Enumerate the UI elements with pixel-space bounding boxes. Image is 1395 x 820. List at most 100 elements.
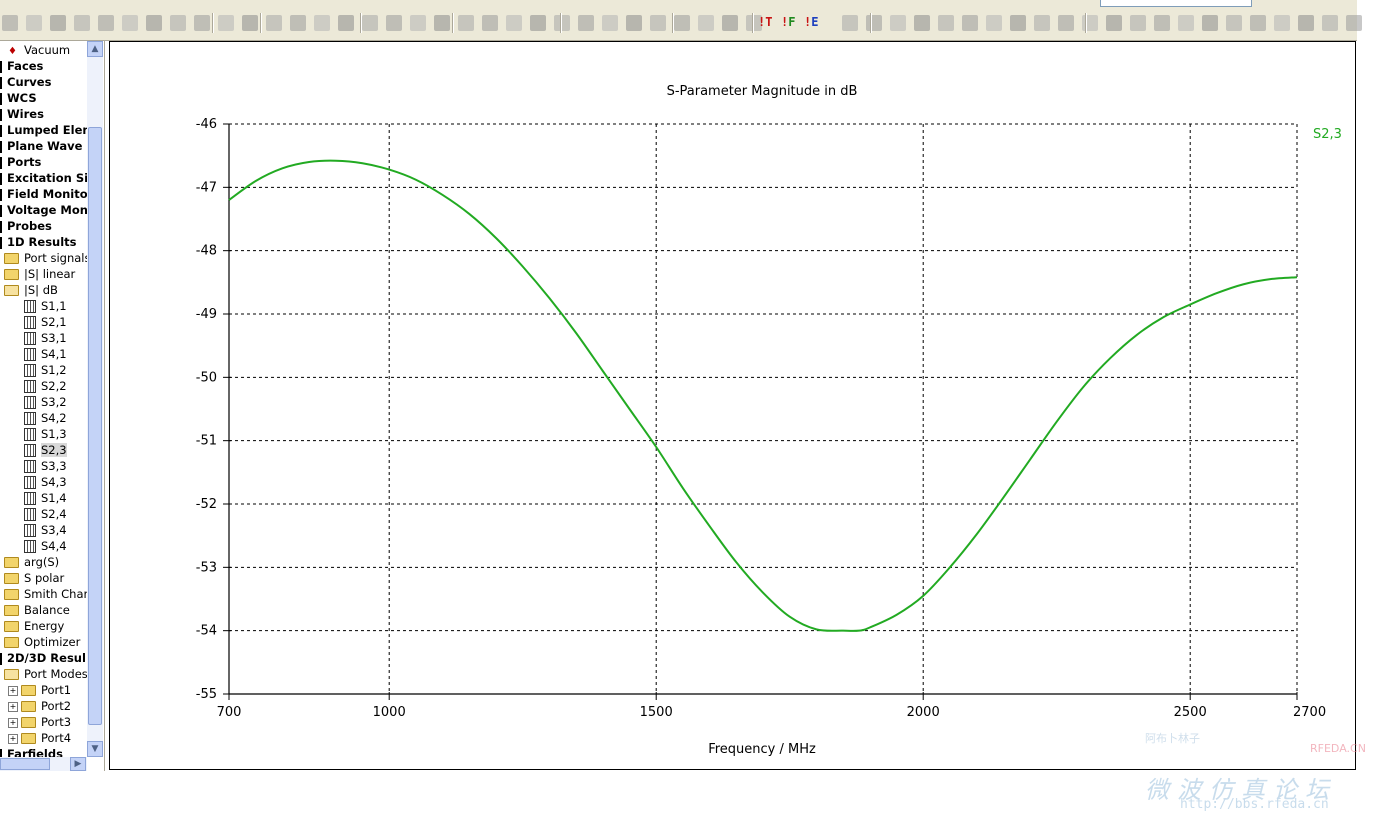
toolbar-tool-icon[interactable] [602,15,618,31]
toolbar-tool-icon[interactable] [194,15,210,31]
expand-icon[interactable]: + [8,685,18,696]
toolbar-tool-icon[interactable] [1058,15,1074,31]
tree-item[interactable]: WCS [0,90,37,106]
plot-view[interactable]: S-Parameter Magnitude in dB Frequency / … [109,41,1356,770]
toolbar-tool-icon[interactable] [530,15,546,31]
toolbar-tool-icon[interactable] [2,15,18,31]
tree-item[interactable]: 1D Results [0,234,77,250]
toolbar-tool-icon[interactable] [938,15,954,31]
tree-item[interactable]: S3,3 [24,458,67,474]
toolbar-tool-icon[interactable] [650,15,666,31]
tree-item[interactable]: + Port4 [8,730,71,746]
scroll-up-icon[interactable]: ▲ [87,41,103,57]
toolbar-tool-icon[interactable] [146,15,162,31]
expand-icon[interactable]: + [8,701,18,712]
hscroll-thumb[interactable] [0,758,50,770]
tree-item[interactable]: Field Monitor [0,186,93,202]
tree-item[interactable]: + Port2 [8,698,71,714]
toolbar-tool-icon[interactable] [410,15,426,31]
scroll-down-icon[interactable]: ▼ [87,741,103,757]
tree-item[interactable]: |S| dB [4,282,58,298]
tree-item[interactable]: S4,3 [24,474,67,490]
toolbar-tool-icon[interactable] [842,15,858,31]
expand-icon[interactable]: + [8,717,18,728]
expand-icon[interactable]: + [8,733,18,744]
tree-horizontal-scrollbar[interactable]: ▶ [0,757,87,771]
toolbar-dropdown-field[interactable] [1100,0,1252,7]
trigger-e-icon[interactable]: !E [804,15,818,29]
tree-item[interactable]: S2,3 [24,442,67,458]
tree-item[interactable]: S2,1 [24,314,67,330]
tree-item[interactable]: Lumped Elem [0,122,94,138]
toolbar-tool-icon[interactable] [1130,15,1146,31]
trigger-f-icon[interactable]: !F [781,15,795,29]
toolbar-tool-icon[interactable] [290,15,306,31]
toolbar-tool-icon[interactable] [890,15,906,31]
toolbar-tool-icon[interactable] [482,15,498,31]
toolbar-tool-icon[interactable] [1274,15,1290,31]
tree-item[interactable]: S3,1 [24,330,67,346]
toolbar-tool-icon[interactable] [122,15,138,31]
tree-item[interactable]: S3,2 [24,394,67,410]
toolbar-tool-icon[interactable] [170,15,186,31]
toolbar-tool-icon[interactable] [1250,15,1266,31]
tree-item[interactable]: Balance [4,602,70,618]
toolbar-tool-icon[interactable] [626,15,642,31]
toolbar-tool-icon[interactable] [458,15,474,31]
tree-item[interactable]: S4,1 [24,346,67,362]
toolbar-tool-icon[interactable] [1178,15,1194,31]
toolbar-tool-icon[interactable] [1010,15,1026,31]
toolbar-tool-icon[interactable] [1298,15,1314,31]
tree-item[interactable]: S1,1 [24,298,67,314]
tree-item[interactable]: S2,4 [24,506,67,522]
tree-item[interactable]: + Port3 [8,714,71,730]
toolbar-tool-icon[interactable] [362,15,378,31]
tree-item-vacuum[interactable]: ♦ Vacuum [0,42,70,58]
toolbar-tool-icon[interactable] [554,15,570,31]
toolbar-tool-icon[interactable] [26,15,42,31]
tree-item[interactable]: Port Modes [4,666,88,682]
tree-item[interactable]: S1,2 [24,362,67,378]
tree-item[interactable]: S1,4 [24,490,67,506]
tree-item[interactable]: Excitation Sig [0,170,96,186]
tree-item[interactable]: Ports [0,154,41,170]
tree-item[interactable]: Voltage Moni [0,202,92,218]
toolbar-tool-icon[interactable] [266,15,282,31]
tree-vertical-scrollbar[interactable]: ▲ ▼ [87,41,103,757]
tree-item[interactable]: Smith Char [4,586,88,602]
tree-item[interactable]: Port signals [4,250,90,266]
tree-item[interactable]: S2,2 [24,378,67,394]
tree-item[interactable]: 2D/3D Resul [0,650,86,666]
tree-item[interactable]: Wires [0,106,44,122]
toolbar-tool-icon[interactable] [434,15,450,31]
tree-item[interactable]: Curves [0,74,51,90]
scroll-right-icon[interactable]: ▶ [70,757,86,771]
toolbar-tool-icon[interactable] [386,15,402,31]
tree-item[interactable]: S4,4 [24,538,67,554]
toolbar-tool-icon[interactable] [962,15,978,31]
tree-item[interactable]: S3,4 [24,522,67,538]
toolbar-tool-icon[interactable] [1034,15,1050,31]
toolbar-tool-icon[interactable] [74,15,90,31]
tree-item[interactable]: S polar [4,570,64,586]
toolbar-tool-icon[interactable] [218,15,234,31]
toolbar-tool-icon[interactable] [242,15,258,31]
toolbar-tool-icon[interactable] [986,15,1002,31]
toolbar-tool-icon[interactable] [1106,15,1122,31]
toolbar-tool-icon[interactable] [50,15,66,31]
tree-item[interactable]: S4,2 [24,410,67,426]
toolbar-tool-icon[interactable] [314,15,330,31]
toolbar-tool-icon[interactable] [1226,15,1242,31]
toolbar-tool-icon[interactable] [866,15,882,31]
toolbar-tool-icon[interactable] [914,15,930,31]
tree-item[interactable]: Probes [0,218,52,234]
toolbar-tool-icon[interactable] [1202,15,1218,31]
toolbar-tool-icon[interactable] [722,15,738,31]
trigger-t-icon[interactable]: !T [758,15,772,29]
toolbar-tool-icon[interactable] [1154,15,1170,31]
tree-item[interactable]: Faces [0,58,43,74]
tree-item[interactable]: + Port1 [8,682,71,698]
toolbar-tool-icon[interactable] [578,15,594,31]
tree-item[interactable]: arg(S) [4,554,59,570]
toolbar-tool-icon[interactable] [1322,15,1338,31]
